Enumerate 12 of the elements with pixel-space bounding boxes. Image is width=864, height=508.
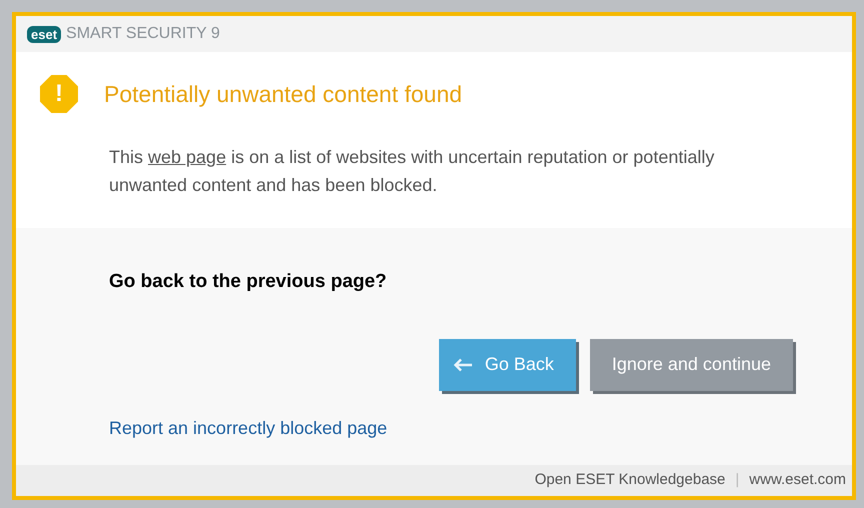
- website-link[interactable]: www.eset.com: [749, 469, 846, 492]
- arrow-left-icon: [452, 358, 473, 372]
- message-text: This web page is on a list of websites with uncertain reputation or potentially unwanted content and has been blocked.: [109, 146, 716, 197]
- report-link[interactable]: Report an incorrectly blocked page: [109, 414, 793, 442]
- knowledgebase-link[interactable]: Open ESET Knowledgebase: [534, 469, 726, 492]
- product-name: SMART SECURITY 9: [66, 24, 220, 44]
- separator: |: [735, 470, 740, 490]
- web-page-link[interactable]: web page: [148, 147, 226, 167]
- alert-title: Potentially unwanted content found: [104, 80, 462, 109]
- question-text: Go back to the previous page?: [109, 270, 388, 294]
- logo: eset: [27, 26, 62, 42]
- warning-icon: !: [40, 75, 78, 113]
